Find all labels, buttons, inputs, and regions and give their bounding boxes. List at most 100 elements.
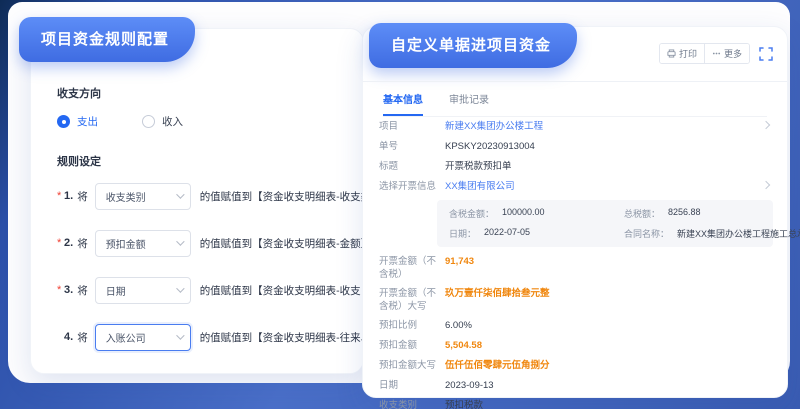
rule-word: 将 <box>77 236 88 251</box>
chevron-down-icon <box>176 190 184 198</box>
chevron-down-icon <box>176 331 184 339</box>
field-label: 标题 <box>379 160 445 173</box>
fullscreen-icon <box>759 47 773 61</box>
rule-row-2: * 2. 将 预扣金额 的值赋值到【资金收支明细表-金额】中 <box>57 229 347 257</box>
category-value: 预扣税款 <box>445 399 501 409</box>
print-button-label: 打印 <box>679 47 697 60</box>
rule-config-panel: 项目资金规则配置 收支方向 支出 收入 规则设定 * 1. 将 收支类别 <box>30 28 364 374</box>
radio-unselected-icon <box>142 115 155 128</box>
rule-config-body: 收支方向 支出 收入 规则设定 * 1. 将 收支类别 <box>57 85 347 370</box>
field-row-project[interactable]: 项目 新建XX集团办公楼工程 <box>379 117 775 137</box>
withhold-amount-value: 5,504.58 <box>445 339 500 352</box>
radio-income[interactable]: 收入 <box>142 114 183 129</box>
more-button[interactable]: 更多 <box>704 44 749 63</box>
direction-label: 收支方向 <box>57 85 347 101</box>
contract-date-label: 日期： <box>449 227 476 240</box>
rule-row-4: * 4. 将 入账公司 的值赋值到【资金收支明细表-往来单位】中 <box>57 323 347 351</box>
rule-word: 将 <box>77 330 88 345</box>
tax-incl-value: 100000.00 <box>502 207 545 220</box>
header-divider <box>363 81 787 82</box>
print-icon <box>667 49 676 58</box>
fullscreen-button[interactable] <box>759 47 773 61</box>
field-label: 开票金额（不含税）大写 <box>379 287 445 313</box>
invoice-company-link[interactable]: XX集团有限公司 <box>445 180 533 193</box>
field-label: 预扣金额大写 <box>379 359 445 372</box>
project-link[interactable]: 新建XX集团办公楼工程 <box>445 120 561 133</box>
date-value: 2023-09-13 <box>445 379 512 392</box>
rule-number: 3. <box>64 284 73 296</box>
rule-field-select-4[interactable]: 入账公司 <box>95 324 191 351</box>
contract-name-label: 合同名称： <box>624 227 669 240</box>
more-button-label: 更多 <box>724 47 742 60</box>
field-row-invoice-amount: 开票金额（不含税） 91,743 <box>379 252 775 284</box>
rule-text: 的值赋值到【资金收支明细表-金额】中 <box>200 236 382 251</box>
document-toolbar: 打印 更多 <box>659 43 773 64</box>
radio-selected-icon <box>57 115 70 128</box>
invoice-amount-caps-value: 玖万壹仟柒佰肆拾叁元整 <box>445 287 568 300</box>
print-button[interactable]: 打印 <box>660 44 704 63</box>
rule-word: 将 <box>77 189 88 204</box>
rule-number: 2. <box>64 237 73 249</box>
withhold-amount-caps-value: 伍仟伍佰零肆元伍角捌分 <box>445 359 568 372</box>
chevron-down-icon <box>176 237 184 245</box>
field-rows: 项目 新建XX集团办公楼工程 单号 KPSKY20230913004 标题 开票… <box>379 117 775 409</box>
field-row-withhold-amount: 预扣金额 5,504.58 <box>379 336 775 356</box>
select-value: 日期 <box>106 283 126 298</box>
field-label: 开票金额（不含税） <box>379 255 445 281</box>
field-row-date: 日期 2023-09-13 <box>379 376 775 396</box>
field-label: 项目 <box>379 120 445 133</box>
contract-name-value: 新建XX集团办公楼工程施工总承包合同 <box>677 227 800 240</box>
direction-radio-group: 支出 收入 <box>57 114 347 129</box>
total-tax-label: 总税额： <box>624 207 660 220</box>
radio-expense-label: 支出 <box>77 114 98 129</box>
field-row-invoice-amount-caps: 开票金额（不含税）大写 玖万壹仟柒佰肆拾叁元整 <box>379 284 775 316</box>
rule-number: 1. <box>64 190 73 202</box>
more-icon <box>712 49 721 58</box>
field-row-withhold-amount-caps: 预扣金额大写 伍仟伍佰零肆元伍角捌分 <box>379 356 775 376</box>
contract-info-box: 含税金额： 100000.00 总税额： 8256.88 日期： 2022-07… <box>437 200 773 247</box>
rule-row-3: * 3. 将 日期 的值赋值到【资金收支明细表-收支日期】中 <box>57 276 347 304</box>
field-label: 收支类别 <box>379 399 445 409</box>
field-label: 预扣金额 <box>379 339 445 352</box>
select-value: 预扣金额 <box>106 236 146 251</box>
select-value: 收支类别 <box>106 189 146 204</box>
total-tax-value: 8256.88 <box>668 207 701 220</box>
tab-basic-info[interactable]: 基本信息 <box>383 91 423 116</box>
radio-income-label: 收入 <box>162 114 183 129</box>
rule-field-select-3[interactable]: 日期 <box>95 277 191 304</box>
rule-row-1: * 1. 将 收支类别 的值赋值到【资金收支明细表-收支类别】中 <box>57 182 347 210</box>
required-asterisk: * <box>57 190 64 202</box>
invoice-amount-value: 91,743 <box>445 255 492 268</box>
rules-label: 规则设定 <box>57 153 347 169</box>
field-value: KPSKY20230913004 <box>445 140 553 153</box>
contract-date-value: 2022-07-05 <box>484 227 530 240</box>
rule-config-panel-title: 项目资金规则配置 <box>19 17 195 62</box>
rule-number: 4. <box>64 331 73 343</box>
required-asterisk: * <box>57 237 64 249</box>
document-detail-panel: 自定义单据进项目资金 打印 更多 基本信息 审批记录 <box>362 26 788 398</box>
chevron-down-icon <box>176 284 184 292</box>
field-value: 开票税款预扣单 <box>445 160 530 173</box>
tax-incl-label: 含税金额： <box>449 207 494 220</box>
field-label: 单号 <box>379 140 445 153</box>
select-value: 入账公司 <box>106 330 146 345</box>
field-label: 日期 <box>379 379 445 392</box>
field-label: 预扣比例 <box>379 319 445 332</box>
chevron-right-icon <box>762 121 770 129</box>
rule-word: 将 <box>77 283 88 298</box>
field-row-invoice-info[interactable]: 选择开票信息 XX集团有限公司 <box>379 177 775 197</box>
toolbar-button-group: 打印 更多 <box>659 43 750 64</box>
field-label: 选择开票信息 <box>379 180 445 193</box>
required-asterisk: * <box>57 284 64 296</box>
rule-field-select-2[interactable]: 预扣金额 <box>95 230 191 257</box>
page-background: 项目资金规则配置 收支方向 支出 收入 规则设定 * 1. 将 收支类别 <box>0 0 800 409</box>
document-panel-title: 自定义单据进项目资金 <box>369 23 577 68</box>
field-row-withhold-ratio: 预扣比例 6.00% <box>379 316 775 336</box>
field-row-title: 标题 开票税款预扣单 <box>379 157 775 177</box>
contract-info-row: 日期： 2022-07-05 合同名称： 新建XX集团办公楼工程施工总承包合同 <box>449 227 761 240</box>
rule-field-select-1[interactable]: 收支类别 <box>95 183 191 210</box>
radio-expense[interactable]: 支出 <box>57 114 98 129</box>
chevron-right-icon <box>762 181 770 189</box>
withhold-ratio-value: 6.00% <box>445 319 490 332</box>
tab-approval-record[interactable]: 审批记录 <box>449 91 489 116</box>
